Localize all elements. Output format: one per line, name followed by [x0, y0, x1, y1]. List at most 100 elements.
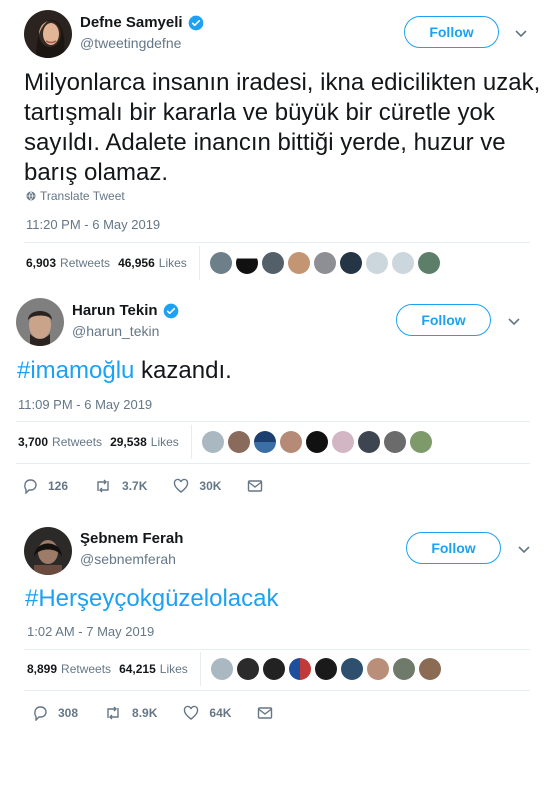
like-count: 30K [199, 479, 222, 493]
liker-avatar[interactable] [417, 252, 440, 274]
message-button[interactable] [257, 706, 273, 720]
liker-avatar[interactable] [313, 252, 336, 274]
liker-avatar[interactable] [339, 252, 362, 274]
chevron-down-icon[interactable] [517, 545, 531, 555]
liker-avatar[interactable] [253, 431, 276, 453]
divider [16, 463, 530, 464]
liker-avatar[interactable] [409, 431, 432, 453]
heart-icon [174, 478, 189, 493]
liker-avatar[interactable] [392, 658, 415, 680]
liker-avatars [201, 431, 432, 453]
hashtag-link[interactable]: #imamoğlu [17, 357, 134, 384]
display-name[interactable]: Defne Samyeli [80, 14, 183, 31]
liker-avatar[interactable] [209, 252, 232, 274]
liker-avatar[interactable] [391, 252, 414, 274]
tweet-defne: Defne Samyeli @tweetingdefne Follow Mily… [0, 0, 560, 290]
engagement-stats: 6,903 Retweets 46,956 Likes [26, 246, 440, 280]
liker-avatar[interactable] [236, 658, 259, 680]
tweet-harun: Harun Tekin @harun_tekin Follow #imamoğl… [0, 290, 560, 510]
likes-stat[interactable]: 29,538 Likes [110, 435, 179, 449]
liker-avatar[interactable] [227, 431, 250, 453]
tweet-text-rest: kazandı. [134, 357, 232, 384]
tweet-text: #imamoğlu kazandı. [17, 356, 232, 386]
retweet-count: 3.7K [122, 479, 148, 493]
liker-avatar[interactable] [365, 252, 388, 274]
translate-label[interactable]: Translate Tweet [40, 189, 125, 203]
liker-avatar[interactable] [201, 431, 224, 453]
liker-avatar[interactable] [305, 431, 328, 453]
user-handle[interactable]: @sebnemferah [80, 551, 183, 567]
avatar[interactable] [24, 10, 72, 58]
liker-avatar[interactable] [287, 252, 310, 274]
retweet-icon [107, 706, 119, 720]
likes-stat[interactable]: 64,215 Likes [119, 662, 188, 676]
verified-badge-icon [188, 15, 203, 30]
timestamp[interactable]: 11:09 PM - 6 May 2019 [18, 397, 152, 412]
liker-avatar[interactable] [235, 252, 258, 274]
display-name[interactable]: Harun Tekin [72, 302, 158, 319]
divider [16, 421, 530, 422]
retweet-button[interactable]: 3.7K [94, 478, 147, 494]
translate-tweet-link[interactable]: Translate Tweet [26, 189, 125, 203]
avatar[interactable] [16, 298, 64, 346]
divider [190, 425, 192, 459]
liker-avatar[interactable] [279, 431, 302, 453]
retweet-stat[interactable]: 6,903 Retweets [26, 256, 110, 270]
liker-avatar[interactable] [262, 658, 285, 680]
timestamp[interactable]: 11:20 PM - 6 May 2019 [26, 217, 160, 232]
reply-button[interactable]: 126 [22, 478, 68, 494]
liker-avatars [210, 658, 441, 680]
tweet-sebnem: Şebnem Ferah @sebnemferah Follow #Herşey… [0, 515, 560, 755]
user-handle[interactable]: @harun_tekin [72, 323, 179, 339]
tweet-text: Milyonlarca insanın iradesi, ikna edicil… [24, 69, 541, 186]
envelope-icon [248, 480, 263, 492]
retweet-stat[interactable]: 3,700 Retweets [18, 435, 102, 449]
chevron-down-icon[interactable] [507, 317, 521, 327]
retweet-icon [97, 479, 109, 493]
reply-icon [24, 479, 37, 494]
like-count: 64K [209, 706, 232, 720]
divider [24, 242, 530, 243]
liker-avatar[interactable] [357, 431, 380, 453]
engagement-stats: 3,700 Retweets 29,538 Likes [18, 425, 432, 459]
envelope-icon [258, 707, 273, 719]
heart-icon [184, 705, 199, 720]
divider [198, 246, 200, 280]
likes-stat[interactable]: 46,956 Likes [118, 256, 187, 270]
avatar[interactable] [24, 527, 72, 575]
follow-button[interactable]: Follow [406, 532, 501, 564]
chevron-down-icon[interactable] [514, 29, 528, 39]
liker-avatar[interactable] [331, 431, 354, 453]
divider [24, 649, 530, 650]
user-handle[interactable]: @tweetingdefne [80, 35, 204, 51]
liker-avatar[interactable] [366, 658, 389, 680]
like-button[interactable]: 64K [183, 705, 231, 721]
tweet-text: #Herşeyçokgüzelolacak [25, 584, 278, 614]
liker-avatar[interactable] [288, 658, 311, 680]
divider [24, 690, 530, 691]
hashtag-link[interactable]: #Herşeyçokgüzelolacak [25, 585, 278, 612]
globe-icon [26, 191, 36, 201]
follow-button[interactable]: Follow [396, 304, 491, 336]
retweet-button[interactable]: 8.9K [104, 705, 157, 721]
reply-icon [34, 706, 47, 721]
liker-avatar[interactable] [261, 252, 284, 274]
message-button[interactable] [247, 479, 263, 493]
liker-avatar[interactable] [210, 658, 233, 680]
verified-badge-icon [163, 303, 178, 318]
follow-button[interactable]: Follow [404, 16, 499, 48]
reply-button[interactable]: 308 [32, 705, 78, 721]
liker-avatar[interactable] [314, 658, 337, 680]
retweet-stat[interactable]: 8,899 Retweets [27, 662, 111, 676]
liker-avatar[interactable] [340, 658, 363, 680]
liker-avatars [209, 252, 440, 274]
reply-count: 126 [48, 479, 69, 493]
liker-avatar[interactable] [383, 431, 406, 453]
divider [199, 652, 201, 686]
tweet-actions: 126 3.7K 30K [22, 478, 289, 494]
timestamp[interactable]: 1:02 AM - 7 May 2019 [27, 624, 154, 639]
tweet-actions: 308 8.9K 64K [32, 705, 299, 721]
liker-avatar[interactable] [418, 658, 441, 680]
display-name[interactable]: Şebnem Ferah [80, 530, 183, 547]
like-button[interactable]: 30K [173, 478, 221, 494]
